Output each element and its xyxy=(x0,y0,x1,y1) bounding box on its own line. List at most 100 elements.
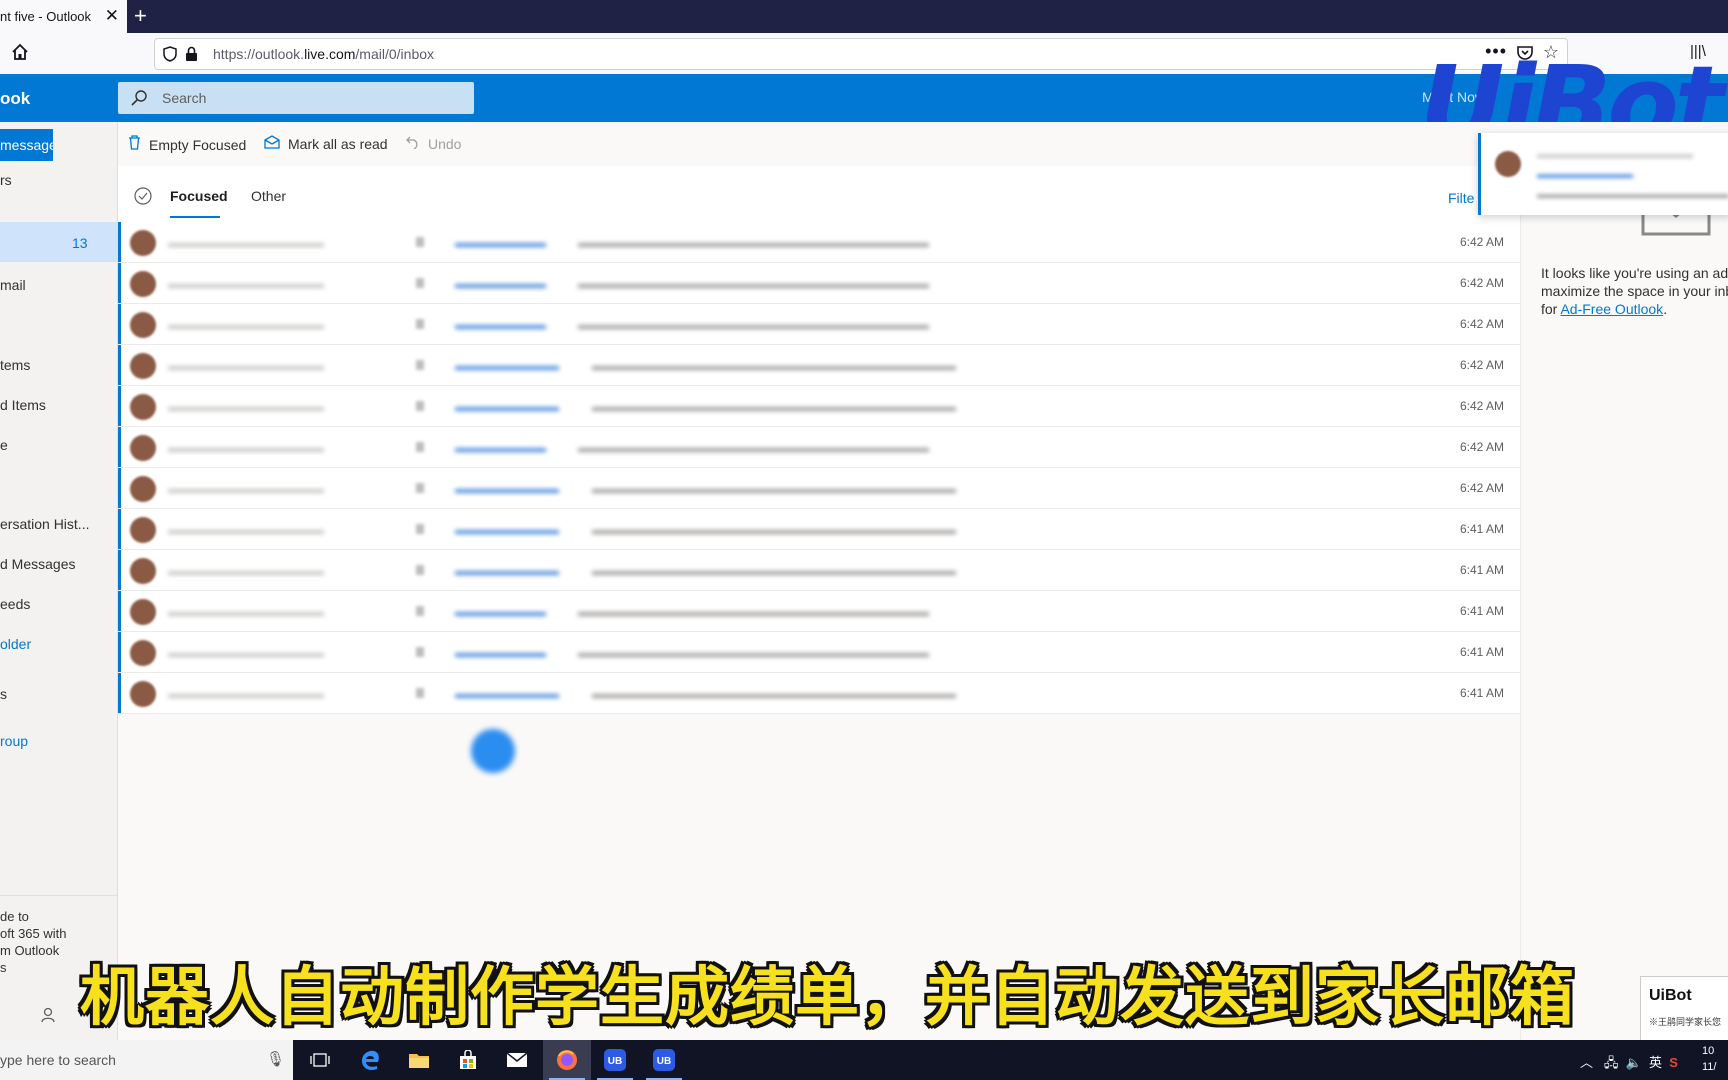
shield-icon[interactable] xyxy=(163,46,177,67)
home-icon[interactable] xyxy=(10,42,30,67)
message-row[interactable]: ▬▬▬▬▬▬▬▬▬▬▬▬▬▬▬▬▬▬▬▬▬▬▬▬▬▬▬▬▬▬▬▬▬▬▬▬▬▬▬▬… xyxy=(118,509,1520,550)
select-all-checkbox[interactable] xyxy=(134,187,152,210)
clock[interactable]: 10 11/ xyxy=(1702,1043,1716,1075)
uibot-worker-icon[interactable]: UB xyxy=(650,1048,678,1072)
folder-groups[interactable]: s xyxy=(0,686,7,702)
svg-text:UB: UB xyxy=(608,1056,622,1067)
browser-tab-title: nt five - Outlook xyxy=(0,9,92,24)
message-row[interactable]: ▬▬▬▬▬▬▬▬▬▬▬▬▬▬▬▬▬▬▬▬▬▬▬▬▬▬▬▬▬▬▬▬▬▬▬▬▬▬▬▬… xyxy=(118,673,1520,714)
edge-icon[interactable] xyxy=(356,1048,384,1072)
upgrade-promo[interactable]: de to oft 365 with m Outlook s xyxy=(0,908,67,976)
microphone-icon[interactable]: 🎙 xyxy=(266,1050,285,1068)
new-tab-button[interactable]: + xyxy=(134,3,147,29)
message-time: 6:42 AM xyxy=(1459,440,1504,454)
sender-blurred: ▬▬▬▬▬▬▬▬▬▬▬▬ xyxy=(168,399,324,414)
empty-focused-button[interactable]: Empty Focused xyxy=(128,135,246,153)
attachment-icon xyxy=(416,237,424,247)
folder-inbox-selected[interactable] xyxy=(0,222,117,262)
people-icon[interactable] xyxy=(40,1006,58,1029)
attachment-icon xyxy=(416,524,424,534)
sogou-icon[interactable]: S xyxy=(1669,1055,1678,1070)
lock-icon[interactable] xyxy=(185,46,198,67)
new-group-link[interactable]: roup xyxy=(0,733,28,749)
message-time: 6:42 AM xyxy=(1459,358,1504,372)
firefox-icon[interactable] xyxy=(553,1048,581,1072)
ad-line: for Ad-Free Outlook. xyxy=(1541,301,1668,317)
undo-label: Undo xyxy=(428,136,462,152)
mark-all-read-button[interactable]: Mark all as read xyxy=(264,135,388,152)
mail-icon[interactable] xyxy=(503,1048,531,1072)
close-tab-icon[interactable]: ✕ xyxy=(105,6,119,26)
message-row[interactable]: ▬▬▬▬▬▬▬▬▬▬▬▬▬▬▬▬▬▬▬▬▬▬▬▬▬▬▬▬▬▬▬▬▬▬▬▬▬▬▬▬… xyxy=(118,304,1520,345)
new-message-button[interactable]: message xyxy=(0,129,53,161)
folder-conversation-history[interactable]: ersation Hist... xyxy=(0,516,89,532)
new-mail-notification[interactable]: ▬▬▬▬▬▬▬▬▬▬▬▬▬ ▬▬▬▬▬▬▬▬ ▬▬▬▬▬▬▬▬▬▬▬▬▬▬▬▬ xyxy=(1478,133,1728,215)
sender-blurred: ▬▬▬▬▬▬▬▬▬▬▬▬ xyxy=(168,440,324,455)
preview-blurred: ▬▬▬▬▬▬▬▬▬▬▬▬▬▬▬▬▬▬▬▬▬▬▬▬▬▬▬▬ xyxy=(592,686,956,701)
folder-pane: message 13 rs mail tems d Items e ersati… xyxy=(0,122,118,1040)
unread-bar xyxy=(118,345,121,385)
folder-scheduled-messages[interactable]: d Messages xyxy=(0,556,75,572)
empty-focused-label: Empty Focused xyxy=(149,137,247,153)
preview-blurred: ▬▬▬▬▬▬▬▬▬▬▬▬▬▬▬▬▬▬▬▬▬▬▬▬▬▬▬ xyxy=(578,604,929,619)
unread-bar xyxy=(118,304,121,344)
ad-free-outlook-link[interactable]: Ad-Free Outlook xyxy=(1560,301,1663,317)
subject-blurred: ▬▬▬▬▬▬▬ xyxy=(455,440,546,455)
app-brand[interactable]: ook xyxy=(0,89,30,109)
folder-deleted-items[interactable]: d Items xyxy=(0,397,46,413)
subject-blurred: ▬▬▬▬▬▬▬ xyxy=(455,317,546,332)
unread-bar xyxy=(118,673,121,713)
store-icon[interactable] xyxy=(454,1048,482,1072)
chevron-up-icon[interactable]: ︿ xyxy=(1580,1055,1593,1070)
network-icon[interactable]: 🖧 xyxy=(1604,1055,1619,1070)
folder-favorites[interactable]: rs xyxy=(0,172,12,188)
message-row[interactable]: ▬▬▬▬▬▬▬▬▬▬▬▬▬▬▬▬▬▬▬▬▬▬▬▬▬▬▬▬▬▬▬▬▬▬▬▬▬▬▬▬… xyxy=(118,468,1520,509)
search-box[interactable]: Search xyxy=(118,82,474,114)
notification-sender-blurred: ▬▬▬▬▬▬▬▬▬▬▬▬▬ xyxy=(1537,147,1693,161)
unread-bar xyxy=(118,550,121,590)
undo-button[interactable]: Undo xyxy=(406,135,461,152)
task-view-icon[interactable] xyxy=(306,1048,334,1072)
volume-icon[interactable]: 🔈 xyxy=(1626,1055,1642,1070)
taskbar-search[interactable]: ype here to search 🎙 xyxy=(0,1040,293,1080)
unread-bar xyxy=(118,427,121,467)
folder-sent-items[interactable]: tems xyxy=(0,357,30,373)
attachment-icon xyxy=(416,360,424,370)
message-row[interactable]: ▬▬▬▬▬▬▬▬▬▬▬▬▬▬▬▬▬▬▬▬▬▬▬▬▬▬▬▬▬▬▬▬▬▬▬▬▬▬▬▬… xyxy=(118,632,1520,673)
folder-rss-feeds[interactable]: eeds xyxy=(0,596,30,612)
uibot-popup[interactable]: UiBot ※王鹃同学家长您 xyxy=(1640,976,1728,1042)
message-row[interactable]: ▬▬▬▬▬▬▬▬▬▬▬▬▬▬▬▬▬▬▬▬▬▬▬▬▬▬▬▬▬▬▬▬▬▬▬▬▬▬▬▬… xyxy=(118,427,1520,468)
folder-archive[interactable]: e xyxy=(0,437,8,453)
filter-button[interactable]: Filte xyxy=(1448,190,1474,206)
file-explorer-icon[interactable] xyxy=(405,1048,433,1072)
video-caption: 机器人自动制作学生成绩单，并自动发送到家长邮箱 xyxy=(80,961,1575,1035)
unread-bar xyxy=(118,263,121,303)
message-time: 6:41 AM xyxy=(1459,686,1504,700)
address-bar[interactable]: https://outlook.live.com/mail/0/inbox ••… xyxy=(154,38,1568,70)
sender-blurred: ▬▬▬▬▬▬▬▬▬▬▬▬ xyxy=(168,604,324,619)
notification-preview-blurred: ▬▬▬▬▬▬▬▬▬▬▬▬▬▬▬▬ xyxy=(1537,187,1728,201)
message-row[interactable]: ▬▬▬▬▬▬▬▬▬▬▬▬▬▬▬▬▬▬▬▬▬▬▬▬▬▬▬▬▬▬▬▬▬▬▬▬▬▬▬▬… xyxy=(118,345,1520,386)
message-row[interactable]: ▬▬▬▬▬▬▬▬▬▬▬▬▬▬▬▬▬▬▬▬▬▬▬▬▬▬▬▬▬▬▬▬▬▬▬▬▬▬▬▬… xyxy=(118,591,1520,632)
upgrade-line: s xyxy=(0,960,7,975)
folder-junk-email[interactable]: mail xyxy=(0,277,26,293)
svg-text:UB: UB xyxy=(657,1056,671,1067)
uibot-creator-icon[interactable]: UB xyxy=(601,1048,629,1072)
preview-blurred: ▬▬▬▬▬▬▬▬▬▬▬▬▬▬▬▬▬▬▬▬▬▬▬▬▬▬▬ xyxy=(578,645,929,660)
message-time: 6:41 AM xyxy=(1459,563,1504,577)
message-row[interactable]: ▬▬▬▬▬▬▬▬▬▬▬▬▬▬▬▬▬▬▬▬▬▬▬▬▬▬▬▬▬▬▬▬▬▬▬▬▬▬▬▬… xyxy=(118,222,1520,263)
ad-pane: It looks like you're using an ad maximiz… xyxy=(1520,166,1728,1040)
message-row[interactable]: ▬▬▬▬▬▬▬▬▬▬▬▬▬▬▬▬▬▬▬▬▬▬▬▬▬▬▬▬▬▬▬▬▬▬▬▬▬▬▬▬… xyxy=(118,263,1520,304)
sender-blurred: ▬▬▬▬▬▬▬▬▬▬▬▬ xyxy=(168,358,324,373)
message-row[interactable]: ▬▬▬▬▬▬▬▬▬▬▬▬▬▬▬▬▬▬▬▬▬▬▬▬▬▬▬▬▬▬▬▬▬▬▬▬▬▬▬▬… xyxy=(118,550,1520,591)
sender-blurred: ▬▬▬▬▬▬▬▬▬▬▬▬ xyxy=(168,522,324,537)
browser-tab[interactable]: nt five - Outlook ✕ xyxy=(0,0,127,33)
sender-blurred: ▬▬▬▬▬▬▬▬▬▬▬▬ xyxy=(168,645,324,660)
upgrade-line: oft 365 with xyxy=(0,926,67,941)
message-row[interactable]: ▬▬▬▬▬▬▬▬▬▬▬▬▬▬▬▬▬▬▬▬▬▬▬▬▬▬▬▬▬▬▬▬▬▬▬▬▬▬▬▬… xyxy=(118,386,1520,427)
ime-indicator[interactable]: 英 xyxy=(1649,1055,1662,1070)
preview-blurred: ▬▬▬▬▬▬▬▬▬▬▬▬▬▬▬▬▬▬▬▬▬▬▬▬▬▬▬▬ xyxy=(592,399,956,414)
new-folder-link[interactable]: older xyxy=(0,636,31,652)
tab-other[interactable]: Other xyxy=(251,188,286,204)
tab-focused[interactable]: Focused xyxy=(170,188,228,204)
